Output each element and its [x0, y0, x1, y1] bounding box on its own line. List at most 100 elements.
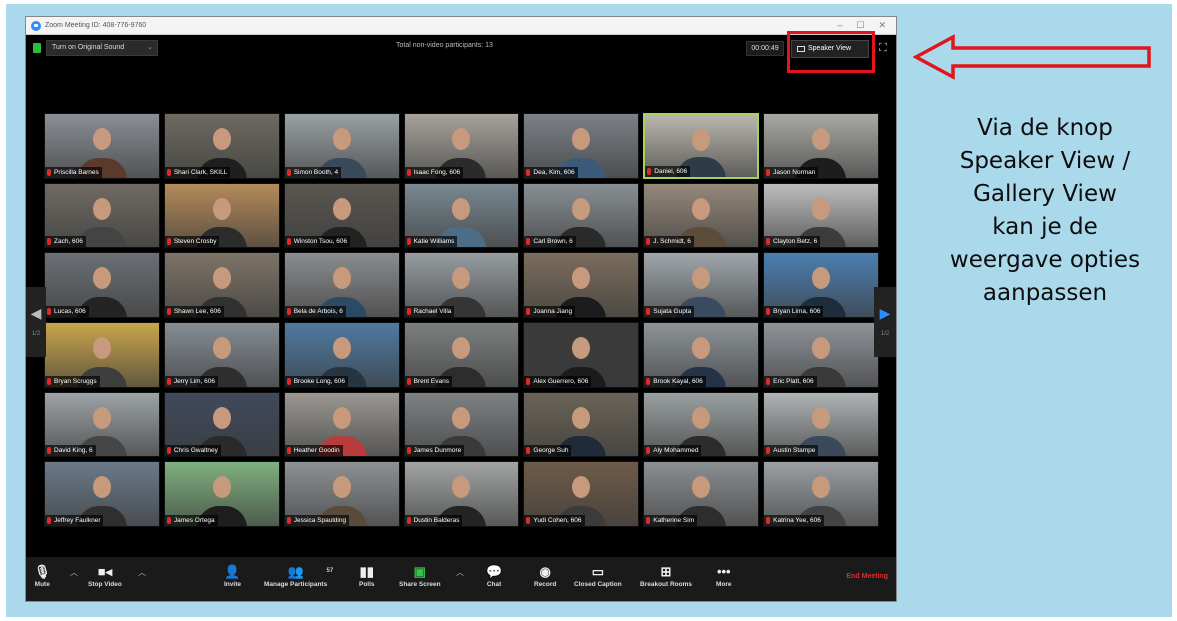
participant-video-tile[interactable]: Carl Brown, 6	[523, 182, 640, 249]
participant-video-tile[interactable]: Brook Kayal, 606	[643, 321, 760, 388]
participant-name-text: Priscilla Barnes	[54, 168, 99, 176]
participant-video-tile[interactable]: Jerry Lim, 606	[163, 321, 280, 388]
participant-video-tile[interactable]: Zach, 606	[44, 182, 160, 249]
annotation-line: aanpassen	[982, 280, 1108, 306]
participant-video-tile[interactable]: Lucas, 606	[44, 252, 160, 318]
participant-name-text: Simon Booth, 4	[293, 168, 339, 176]
participant-video-tile[interactable]: Chris Gwaltney	[163, 391, 280, 458]
audio-options-chevron-icon[interactable]: ︿	[70, 567, 78, 578]
participant-video-tile[interactable]: Isaac Fong, 606	[403, 113, 520, 179]
participant-name-text: Daniel, 606	[654, 167, 688, 175]
participant-video-tile[interactable]: Bryan Lima, 606	[763, 252, 879, 318]
participant-video-tile[interactable]: J. Schmidt, 6	[643, 182, 760, 249]
participant-name: Dea, Kim, 606	[524, 166, 578, 178]
participant-video-tile[interactable]: David King, 6	[44, 391, 160, 458]
muted-mic-icon	[646, 516, 651, 524]
previous-page-button[interactable]: ◀ 1/2	[26, 287, 46, 357]
participant-video-tile[interactable]: George Suh	[523, 391, 640, 458]
share-screen-icon: ▣	[413, 564, 426, 579]
participant-video-tile[interactable]: Katrina Yee, 606	[763, 461, 879, 527]
chevron-down-icon[interactable]: ⌄	[147, 41, 153, 55]
participant-name: Austin Stampe	[764, 445, 819, 457]
participant-video-tile[interactable]: Sujata Gupta	[643, 252, 760, 318]
participant-video-tile[interactable]: Brooke Long, 606	[283, 321, 400, 388]
end-meeting-button[interactable]: End Meeting	[846, 573, 888, 580]
stop-video-label: Stop Video	[88, 581, 122, 588]
participant-name: Zach, 606	[45, 236, 86, 248]
maximize-button[interactable]: ☐	[856, 20, 864, 31]
participant-video-tile[interactable]: Katie Williams	[403, 182, 520, 249]
participant-name: Jerry Lim, 606	[164, 375, 219, 387]
record-button[interactable]: ◉ Record	[534, 563, 556, 588]
video-camera-icon: ■◂	[97, 564, 113, 579]
participant-video-tile[interactable]: Steven Crosby	[163, 182, 280, 249]
participant-name-text: Chris Gwaltney	[173, 447, 218, 455]
participant-head	[692, 128, 711, 151]
original-sound-button[interactable]: Turn on Original Sound ⌄	[46, 40, 158, 56]
participant-video-tile[interactable]: Brent Evans	[403, 321, 520, 388]
participant-video-tile[interactable]: Shari Clark, SKILL	[163, 113, 280, 179]
participant-video-tile[interactable]: Heather Goodin	[283, 391, 400, 458]
page-indicator-left: 1/2	[31, 331, 41, 337]
annotation-text: Via de knop Speaker View / Gallery View …	[935, 112, 1155, 310]
participant-video-tile[interactable]: Clayton Betz, 6	[763, 182, 879, 249]
participant-video-tile[interactable]: Simon Booth, 4	[283, 113, 400, 179]
participant-head	[812, 197, 831, 220]
participant-name: Priscilla Barnes	[45, 166, 102, 178]
zoom-window: Zoom Meeting ID: 408-776-9760 – ☐ ✕ Turn…	[25, 16, 897, 602]
muted-mic-icon	[47, 168, 51, 176]
annotation-line: weergave opties	[949, 247, 1141, 273]
participant-video-tile[interactable]: Joanna Jiang	[523, 252, 640, 318]
participant-video-tile[interactable]: Rachael Villa	[403, 252, 520, 318]
participant-video-tile[interactable]: Priscilla Barnes	[44, 113, 160, 179]
share-screen-button[interactable]: ▣ Share Screen	[399, 563, 441, 588]
participant-video-tile[interactable]: Alex Guerrero, 606	[523, 321, 640, 388]
participant-video-tile[interactable]: Winston Tsou, 606	[283, 182, 400, 249]
chat-button[interactable]: 💬 Chat	[486, 563, 502, 588]
participant-video-tile[interactable]: Daniel, 606	[643, 113, 760, 179]
non-video-participants-text[interactable]: Total non-video participants: 13	[396, 42, 493, 49]
participant-video-tile[interactable]: Bryan Scruggs	[44, 321, 160, 388]
participant-video-tile[interactable]: Jeffrey Faulkner	[44, 461, 160, 527]
participant-video-tile[interactable]: Yudi Cohen, 606	[523, 461, 640, 527]
speaker-view-highlight-box	[787, 31, 875, 73]
stop-video-button[interactable]: ■◂ Stop Video	[88, 563, 122, 588]
participant-video-tile[interactable]: Jessica Spaulding	[283, 461, 400, 527]
participant-video-tile[interactable]: Shawn Lee, 606	[163, 252, 280, 318]
more-button[interactable]: ••• More	[716, 563, 732, 588]
next-page-button[interactable]: ▶ 1/2	[874, 287, 896, 357]
participant-video-tile[interactable]: Eric Platt, 606	[763, 321, 879, 388]
participant-video-tile[interactable]: Aly Mohammed	[643, 391, 760, 458]
manage-participants-button[interactable]: 👥 57 Manage Participants	[264, 563, 333, 588]
breakout-rooms-button[interactable]: ⊞ Breakout Rooms	[640, 563, 692, 588]
participant-name: Eric Platt, 606	[764, 375, 817, 387]
polls-button[interactable]: ▮▮ Polls	[359, 563, 375, 588]
participant-name-text: Austin Stampe	[773, 447, 816, 455]
participant-video-tile[interactable]: Jason Norman	[763, 113, 879, 179]
participant-name-text: Rachael Villa	[413, 307, 452, 315]
participant-video-tile[interactable]: Austin Stampe	[763, 391, 879, 458]
participant-video-tile[interactable]: James Ortega	[163, 461, 280, 527]
minimize-button[interactable]: –	[837, 20, 842, 31]
participant-head	[332, 476, 351, 499]
participant-name-text: Carl Brown, 6	[533, 238, 573, 246]
participant-video-tile[interactable]: Katherine Sim	[643, 461, 760, 527]
share-options-chevron-icon[interactable]: ︿	[456, 567, 464, 578]
participant-head	[212, 336, 231, 359]
close-button[interactable]: ✕	[878, 20, 886, 31]
participant-video-tile[interactable]: Bela de Arbois, 6	[283, 252, 400, 318]
participant-video-tile[interactable]: Dustin Balderas	[403, 461, 520, 527]
closed-caption-button[interactable]: ▭ Closed Caption	[574, 563, 622, 588]
participant-video-tile[interactable]: Dea, Kim, 606	[523, 113, 640, 179]
participant-video-tile[interactable]: James Dunmore	[403, 391, 520, 458]
muted-mic-icon	[406, 168, 411, 176]
record-icon: ◉	[539, 564, 551, 579]
fullscreen-icon[interactable]: ⛶	[879, 42, 887, 54]
chat-icon: 💬	[486, 564, 503, 579]
participant-name-text: Bela de Arbois, 6	[293, 307, 343, 315]
video-options-chevron-icon[interactable]: ︿	[138, 567, 146, 578]
polls-icon: ▮▮	[359, 564, 374, 579]
invite-button[interactable]: 👤 Invite	[224, 563, 241, 588]
mute-button[interactable]: 🎙 Mute	[34, 563, 51, 588]
participant-head	[692, 406, 711, 429]
